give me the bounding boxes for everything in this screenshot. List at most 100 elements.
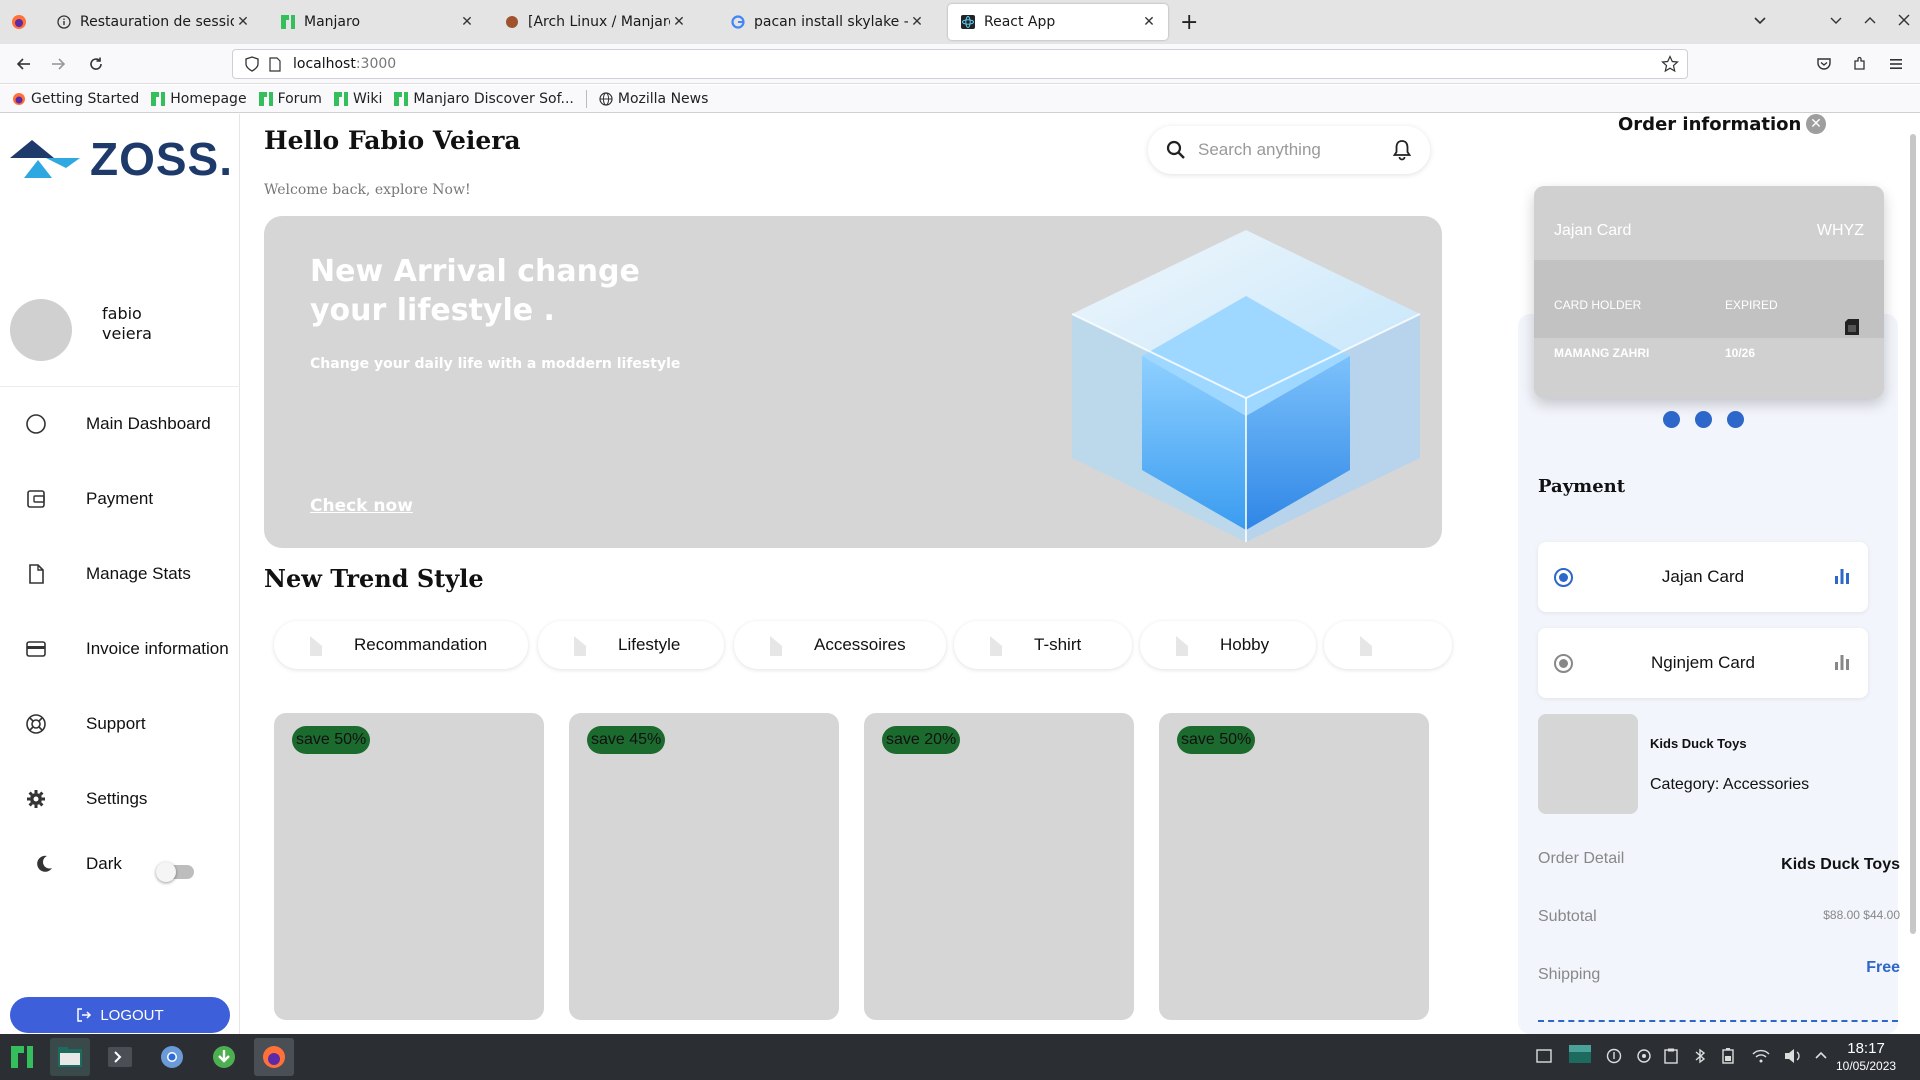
product-thumbnail	[1538, 714, 1638, 814]
download-manager-icon[interactable]	[204, 1038, 244, 1076]
terminal-icon[interactable]	[100, 1038, 140, 1076]
tab-arch-manjaro[interactable]: [Arch Linux / Manjaro] Opt ✕	[492, 4, 698, 40]
category-chip-hobby[interactable]: Hobby	[1140, 621, 1316, 669]
search-input[interactable]	[1198, 140, 1378, 160]
clipboard-icon[interactable]	[1664, 1048, 1678, 1068]
order-panel: Order information ✕ Jajan Card WHYZ CARD…	[1490, 114, 1920, 1034]
hamburger-menu-icon[interactable]	[1884, 52, 1908, 76]
category-chip-recommandation[interactable]: Recommandation	[274, 621, 528, 669]
update-icon[interactable]	[1606, 1048, 1622, 1068]
file-manager-icon[interactable]	[50, 1038, 90, 1076]
extensions-icon[interactable]	[1848, 52, 1872, 76]
product-card[interactable]: save 50%	[1159, 713, 1429, 1020]
tab-close-icon[interactable]: ✕	[458, 14, 476, 30]
sidebar-item-invoice-information[interactable]: Invoice information	[24, 629, 234, 669]
hero-banner: New Arrival change your lifestyle . Chan…	[264, 216, 1442, 548]
panel-scrollbar[interactable]	[1910, 134, 1916, 934]
logout-button[interactable]: LOGOUT	[10, 997, 230, 1033]
volume-icon[interactable]	[1784, 1048, 1802, 1068]
bookmark-wiki[interactable]: Wiki	[333, 91, 382, 107]
lifebuoy-icon	[24, 712, 48, 736]
window-icon[interactable]	[1536, 1048, 1552, 1068]
sidebar-divider	[0, 386, 240, 387]
sidebar-item-payment[interactable]: Payment	[24, 479, 234, 519]
category-chip-accessoires[interactable]: Accessoires	[734, 621, 946, 669]
brand-logo[interactable]: ZOSS.	[10, 133, 233, 185]
category-chip-tshirt[interactable]: T-shirt	[954, 621, 1132, 669]
bookmark-forum[interactable]: Forum	[258, 91, 322, 107]
tab-close-icon[interactable]: ✕	[670, 14, 688, 30]
forward-icon[interactable]	[46, 52, 70, 76]
category-chip-more[interactable]	[1324, 621, 1452, 669]
bookmark-homepage[interactable]: Homepage	[151, 91, 247, 107]
product-card[interactable]: save 50%	[274, 713, 544, 1020]
firefox-menu-icon[interactable]	[11, 14, 27, 34]
workspace-preview-icon[interactable]	[1568, 1042, 1592, 1070]
globe-icon	[599, 91, 613, 106]
tab-close-icon[interactable]: ✕	[908, 14, 926, 30]
product-card[interactable]: save 20%	[864, 713, 1134, 1020]
tab-close-icon[interactable]: ✕	[1140, 14, 1158, 30]
carousel-dot[interactable]	[1695, 411, 1712, 428]
list-all-tabs-icon[interactable]	[1752, 12, 1768, 32]
category-chip-lifestyle[interactable]: Lifestyle	[538, 621, 724, 669]
credit-card-preview[interactable]: Jajan Card WHYZ CARD HOLDER EXPIRED MAMA…	[1534, 186, 1884, 398]
category-label: Hobby	[1220, 635, 1270, 654]
category-label: Lifestyle	[618, 635, 681, 654]
subtotal-label: Subtotal	[1538, 908, 1597, 925]
forum-avatar-icon	[504, 14, 520, 30]
system-clock[interactable]: 18:17 10/05/2023	[1836, 1040, 1896, 1074]
gear-icon	[24, 787, 48, 811]
product-name: Kids Duck Toys	[1650, 736, 1747, 751]
carousel-dot[interactable]	[1727, 411, 1744, 428]
battery-icon[interactable]	[1722, 1048, 1734, 1068]
payment-method-nginjem-card[interactable]: Nginjem Card	[1538, 628, 1868, 698]
sidebar-item-settings[interactable]: Settings	[24, 779, 234, 819]
settings-tray-icon[interactable]	[1636, 1048, 1652, 1068]
broken-image-icon	[990, 636, 1002, 656]
dashed-divider	[1538, 1020, 1898, 1022]
wifi-icon[interactable]	[1752, 1048, 1770, 1068]
close-window-icon[interactable]	[1896, 12, 1912, 32]
bell-icon[interactable]	[1392, 139, 1412, 165]
check-now-link[interactable]: Check now	[310, 496, 413, 516]
maximize-window-icon[interactable]	[1862, 12, 1878, 32]
tab-react-app[interactable]: React App ✕	[948, 4, 1168, 40]
minimize-window-icon[interactable]	[1828, 12, 1844, 32]
sidebar-item-main-dashboard[interactable]: Main Dashboard	[24, 404, 234, 444]
avatar[interactable]	[10, 299, 72, 361]
product-category: Category: Accessories	[1650, 776, 1810, 793]
sidebar-item-support[interactable]: Support	[24, 704, 234, 744]
shipping-label: Shipping	[1538, 966, 1601, 983]
carousel-dot[interactable]	[1663, 411, 1680, 428]
bookmark-manjaro-discover[interactable]: Manjaro Discover Sof...	[394, 91, 574, 107]
tab-session-restore[interactable]: Restauration de session ✕	[44, 4, 262, 40]
bluetooth-icon[interactable]	[1694, 1048, 1706, 1068]
chrome-icon[interactable]	[152, 1038, 192, 1076]
product-card[interactable]: save 45%	[569, 713, 839, 1020]
discount-badge: save 20%	[882, 726, 961, 754]
sidebar-item-manage-stats[interactable]: Manage Stats	[24, 554, 234, 594]
pocket-icon[interactable]	[1812, 52, 1836, 76]
reload-icon[interactable]	[84, 52, 108, 76]
bookmark-mozilla-news[interactable]: Mozilla News	[599, 91, 708, 107]
shield-icon[interactable]	[245, 56, 259, 72]
tab-manjaro[interactable]: Manjaro ✕	[268, 4, 486, 40]
close-icon[interactable]: ✕	[1806, 114, 1826, 134]
new-tab-button[interactable]: +	[1180, 10, 1198, 35]
bookmark-getting-started[interactable]: Getting Started	[12, 91, 139, 107]
manjaro-start-icon[interactable]	[2, 1038, 42, 1076]
tray-expand-icon[interactable]	[1814, 1048, 1828, 1066]
manjaro-logo-icon	[280, 14, 296, 30]
url-bar[interactable]: localhost:3000	[232, 49, 1688, 79]
broken-image-icon	[1176, 636, 1188, 656]
tab-google-search[interactable]: pacan install skylake - Rech ✕	[718, 4, 936, 40]
tab-close-icon[interactable]: ✕	[234, 14, 252, 30]
firefox-icon	[12, 92, 26, 106]
payment-method-jajan-card[interactable]: Jajan Card	[1538, 542, 1868, 612]
dark-mode-toggle[interactable]	[156, 862, 194, 882]
back-icon[interactable]	[12, 52, 36, 76]
firefox-taskbar-icon[interactable]	[254, 1038, 294, 1076]
bookmark-star-icon[interactable]	[1661, 55, 1679, 73]
logo-mark-icon	[10, 140, 80, 178]
